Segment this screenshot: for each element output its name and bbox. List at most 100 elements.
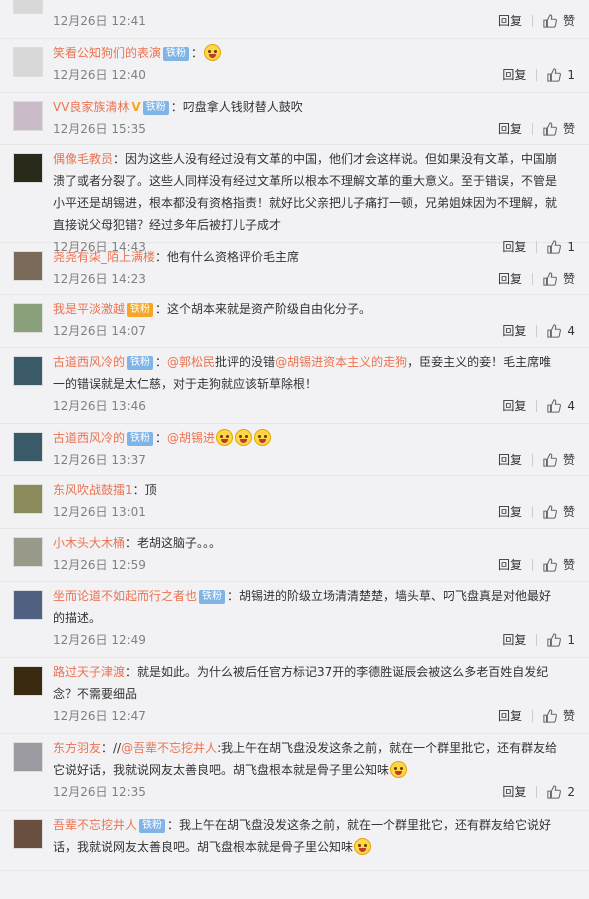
username-link[interactable]: VV良家族清林 — [53, 100, 129, 114]
comment-meta: 12月26日 14:23 回复 赞 — [53, 268, 575, 290]
divider — [536, 325, 538, 337]
comment-actions: 回复 赞 — [498, 501, 575, 523]
comment-body: 这个胡本来就是资产阶级自由化分子。 — [167, 302, 372, 316]
comment-text: 笑看公知狗们的表演 铁粉： — [53, 42, 575, 64]
thumbs-up-icon — [547, 785, 562, 799]
reply-button[interactable]: 回复 — [502, 320, 526, 342]
reply-button[interactable]: 回复 — [498, 554, 522, 576]
thumbs-up-icon — [543, 122, 557, 136]
avatar[interactable] — [13, 356, 43, 386]
comment-item: 吾辈不忘挖井人 铁粉 ：我上午在胡飞盘没发这条之前，就在一个群里批它，还有群友给它说… — [0, 811, 589, 871]
comment-actions: 回复 1 — [502, 64, 575, 86]
username-link[interactable]: 我是平淡激越 — [53, 302, 125, 316]
thumbs-up-icon — [543, 272, 557, 286]
comment-meta: 12月26日 14:07 回复 4 — [53, 320, 575, 342]
like-button[interactable]: 赞 — [543, 501, 575, 523]
thumbs-up-icon — [543, 14, 557, 28]
username-link[interactable]: 吾辈不忘挖井人 — [53, 818, 137, 832]
avatar[interactable] — [13, 666, 43, 696]
username-link[interactable]: 东风吹战鼓擂1 — [53, 483, 133, 497]
comment-body: 老胡这脑子。。。 — [137, 536, 222, 550]
avatar[interactable] — [13, 303, 43, 333]
username-link[interactable]: 偶像毛教员 — [53, 152, 113, 166]
comment-item: 东风吹战鼓擂1：顶 12月26日 13:01 回复 赞 — [0, 476, 589, 529]
comment-separator: ： — [132, 483, 145, 497]
comment-time: 12月26日 13:46 — [53, 399, 146, 413]
fan-badge: 铁粉 — [199, 590, 226, 604]
thumbs-up-icon — [543, 558, 557, 572]
like-button[interactable]: 赞 — [543, 268, 575, 290]
comment-item: 古道西风冷的 铁粉 ：@胡锡进 12月26日 13:37 回复 赞 — [0, 424, 589, 476]
avatar[interactable] — [13, 742, 43, 772]
comment-item: 偶像毛教员：因为这些人没有经过没有文革的中国，他们才会这样说。但如果没有文革，中… — [0, 145, 589, 254]
reply-button[interactable]: 回复 — [498, 268, 522, 290]
mention-link[interactable]: @胡锡进 — [167, 431, 215, 445]
thumbs-up-icon — [547, 633, 562, 647]
vip-icon: V — [131, 100, 141, 114]
like-button[interactable]: 4 — [547, 395, 575, 417]
comment-item: 我是平淡激越 铁粉 ：这个胡本来就是资产阶级自由化分子。 12月26日 14:07 回复… — [0, 295, 589, 348]
avatar[interactable] — [13, 819, 43, 849]
username-link[interactable]: 小木头大木桶 — [53, 536, 125, 550]
username-link[interactable]: 古道西风冷的 — [53, 355, 125, 369]
comment-item: 东方羽友：//@吾辈不忘挖井人:我上午在胡飞盘没发这条之前，就在一个群里批它，还… — [0, 734, 589, 811]
comment-time: 12月26日 15:35 — [53, 122, 146, 136]
reply-button[interactable]: 回复 — [498, 118, 522, 140]
username-link[interactable]: 尧尧有柒_陌上满楼 — [53, 250, 155, 264]
like-button[interactable]: 赞 — [543, 449, 575, 471]
reply-button[interactable]: 回复 — [502, 395, 526, 417]
like-count: 赞 — [562, 453, 575, 467]
like-count: 赞 — [562, 122, 575, 136]
reply-button[interactable]: 回复 — [498, 705, 522, 727]
comment-separator: ： — [113, 152, 126, 166]
avatar[interactable] — [13, 251, 43, 281]
like-button[interactable]: 赞 — [543, 705, 575, 727]
comment-actions: 回复 赞 — [498, 554, 575, 576]
username-link[interactable]: 路过天子津渡 — [53, 665, 125, 679]
mention-link[interactable]: @郭松民 — [167, 355, 215, 369]
like-button[interactable]: 2 — [547, 781, 575, 803]
reply-button[interactable]: 回复 — [502, 64, 526, 86]
like-button[interactable]: 4 — [547, 320, 575, 342]
comment-separator: ：// — [101, 741, 122, 755]
username-link[interactable]: 笑看公知狗们的表演 — [53, 46, 161, 60]
emoji-icon — [354, 838, 372, 855]
comment-body: 因为这些人没有经过没有文革的中国，他们才会这样说。但如果没有文革，中国崩溃了或者… — [53, 152, 558, 232]
username-link[interactable]: 坐而论道不如起而行之者也 — [53, 589, 197, 603]
mention-link[interactable]: @吾辈不忘挖井人 — [121, 741, 217, 755]
comment-meta: 12月26日 12:35 回复 2 — [53, 781, 575, 803]
comment-separator: ： — [227, 589, 240, 603]
username-link[interactable]: 古道西风冷的 — [53, 431, 125, 445]
avatar[interactable] — [13, 101, 43, 131]
comment-meta: 12月26日 13:37 回复 赞 — [53, 449, 575, 471]
reply-button[interactable]: 回复 — [498, 10, 522, 32]
avatar[interactable] — [13, 432, 43, 462]
like-button[interactable]: 赞 — [543, 118, 575, 140]
comment-item: 尧尧有柒_陌上满楼：他有什么资格评价毛主席 12月26日 14:23 回复 赞 — [0, 243, 589, 295]
comment-text: 古道西风冷的 铁粉 ：@胡锡进 — [53, 427, 575, 449]
reply-button[interactable]: 回复 — [502, 629, 526, 651]
like-button[interactable]: 赞 — [543, 554, 575, 576]
comment-body: 叼盘拿人钱财替人鼓吹 — [182, 100, 303, 114]
reply-button[interactable]: 回复 — [498, 449, 522, 471]
reply-button[interactable]: 回复 — [502, 781, 526, 803]
like-button[interactable]: 赞 — [543, 10, 575, 32]
comment-separator: ： — [167, 818, 180, 832]
username-link[interactable]: 东方羽友 — [53, 741, 101, 755]
avatar[interactable] — [13, 0, 43, 14]
mention-link[interactable]: @胡锡进资本主义的走狗 — [275, 355, 407, 369]
avatar[interactable] — [13, 47, 43, 77]
avatar[interactable] — [13, 537, 43, 567]
comment-actions: 回复 赞 — [498, 118, 575, 140]
like-button[interactable]: 1 — [547, 629, 575, 651]
fan-badge: 铁粉 — [142, 101, 169, 115]
comment-actions: 回复 赞 — [498, 449, 575, 471]
avatar[interactable] — [13, 484, 43, 514]
comment-text: 东方羽友：//@吾辈不忘挖井人:我上午在胡飞盘没发这条之前，就在一个群里批它，还… — [53, 737, 575, 781]
comment-time: 12月26日 13:01 — [53, 505, 146, 519]
avatar[interactable] — [13, 590, 43, 620]
comment-item: 路过天子津渡：就是如此。为什么被后任官方标记37开的李德胜诞辰会被这么多老百姓自… — [0, 658, 589, 734]
avatar[interactable] — [13, 153, 43, 183]
like-button[interactable]: 1 — [547, 64, 575, 86]
reply-button[interactable]: 回复 — [498, 501, 522, 523]
